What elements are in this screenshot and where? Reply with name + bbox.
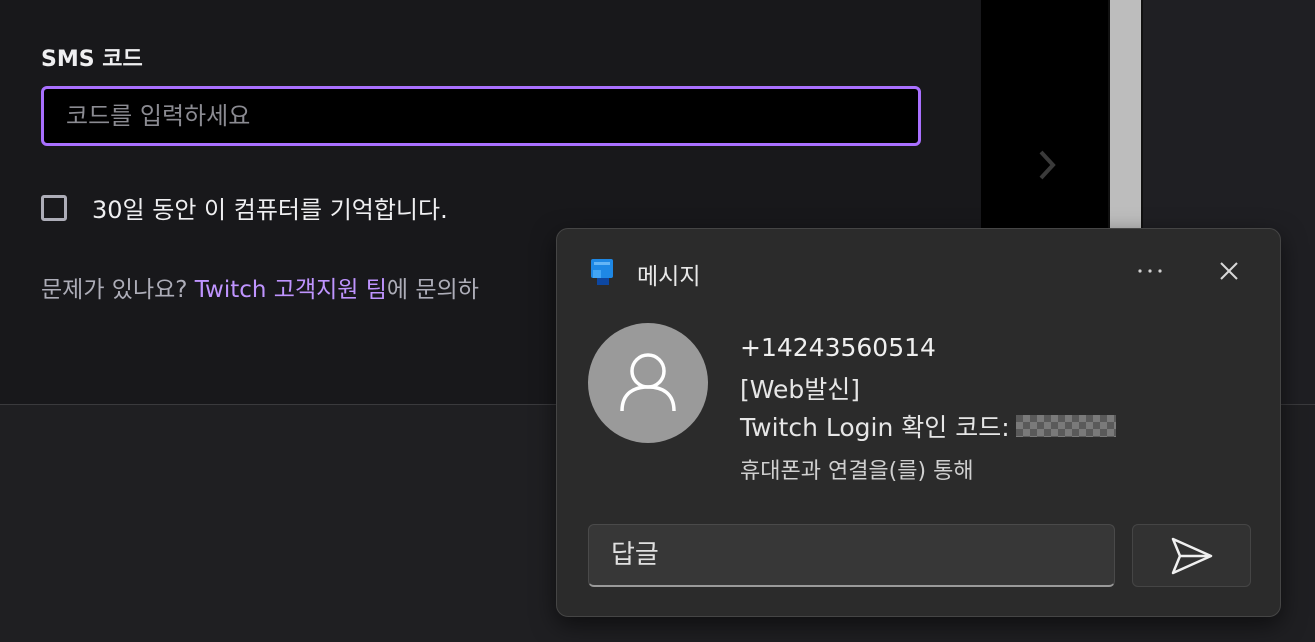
sms-code-input[interactable] — [41, 86, 921, 146]
redacted-code — [1015, 415, 1116, 437]
avatar — [588, 323, 708, 443]
sender-number: +14243560514 — [740, 333, 936, 362]
send-icon — [1171, 537, 1212, 574]
help-prefix: 문제가 있나요? — [41, 277, 195, 303]
scrollbar-thumb[interactable] — [1110, 0, 1141, 228]
remember-computer-option[interactable]: 30일 동안 이 컴퓨터를 기억합니다. — [41, 190, 448, 225]
side-media-panel — [981, 0, 1108, 228]
remember-label: 30일 동안 이 컴퓨터를 기억합니다. — [92, 196, 448, 224]
send-button[interactable] — [1132, 524, 1251, 587]
help-suffix: 에 문의하 — [386, 277, 479, 303]
person-icon — [620, 353, 676, 412]
more-options-button[interactable] — [1130, 251, 1170, 291]
help-text: 문제가 있나요? Twitch 고객지원 팀에 문의하 — [41, 270, 479, 304]
reply-input[interactable] — [588, 524, 1115, 587]
message-line-1: [Web발신] — [740, 375, 861, 404]
support-team-link[interactable]: Twitch 고객지원 팀 — [195, 277, 387, 303]
close-icon — [1220, 262, 1238, 280]
message-notification[interactable]: 메시지 +14243560514 [Web발신] Twitch Login 확인… — [556, 228, 1281, 617]
ellipsis-icon — [1138, 269, 1162, 273]
app-name: 메시지 — [637, 264, 701, 290]
close-button[interactable] — [1209, 251, 1249, 291]
chevron-right-icon[interactable] — [1032, 148, 1062, 182]
sms-code-label: SMS 코드 — [41, 47, 143, 72]
remember-checkbox[interactable] — [41, 194, 67, 221]
message-line-2: Twitch Login 확인 코드: — [740, 408, 1116, 444]
messages-app-icon — [591, 259, 613, 285]
message-line-2-text: Twitch Login 확인 코드: — [740, 413, 1010, 442]
connected-via-text: 휴대폰과 연결을(를) 통해 — [740, 459, 974, 484]
